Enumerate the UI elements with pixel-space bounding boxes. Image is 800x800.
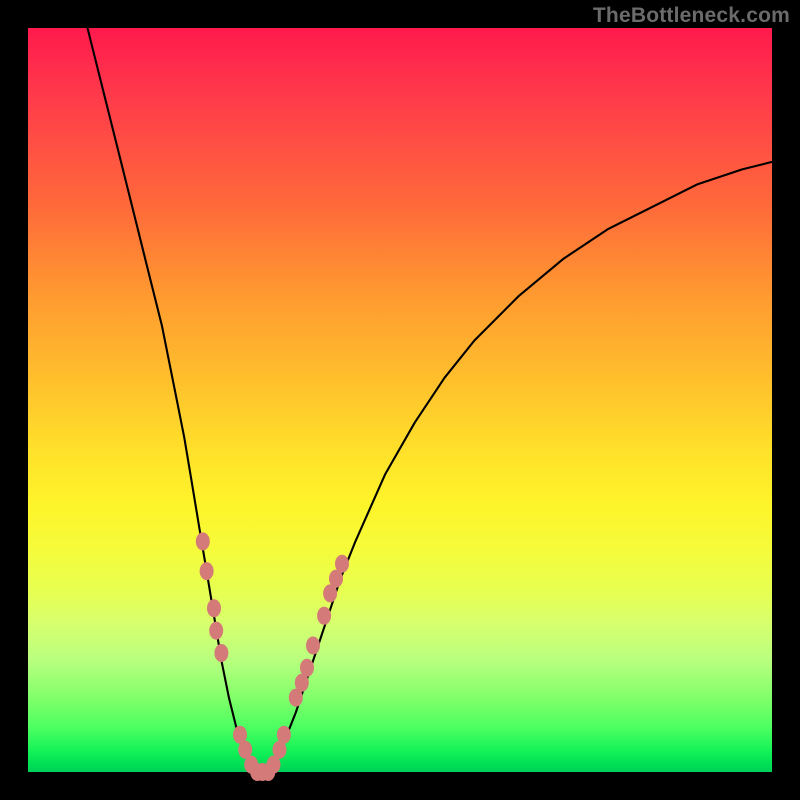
curve-layer bbox=[28, 28, 772, 772]
data-marker bbox=[306, 637, 320, 655]
data-marker bbox=[317, 607, 331, 625]
bottleneck-curve bbox=[88, 28, 773, 772]
data-marker bbox=[207, 599, 221, 617]
data-marker bbox=[200, 562, 214, 580]
data-marker bbox=[335, 555, 349, 573]
data-marker bbox=[196, 532, 210, 550]
data-markers bbox=[196, 532, 349, 781]
data-marker bbox=[300, 659, 314, 677]
data-marker bbox=[209, 622, 223, 640]
plot-area bbox=[28, 28, 772, 772]
chart-frame: TheBottleneck.com bbox=[0, 0, 800, 800]
watermark-text: TheBottleneck.com bbox=[593, 4, 790, 28]
data-marker bbox=[214, 644, 228, 662]
data-marker bbox=[277, 726, 291, 744]
